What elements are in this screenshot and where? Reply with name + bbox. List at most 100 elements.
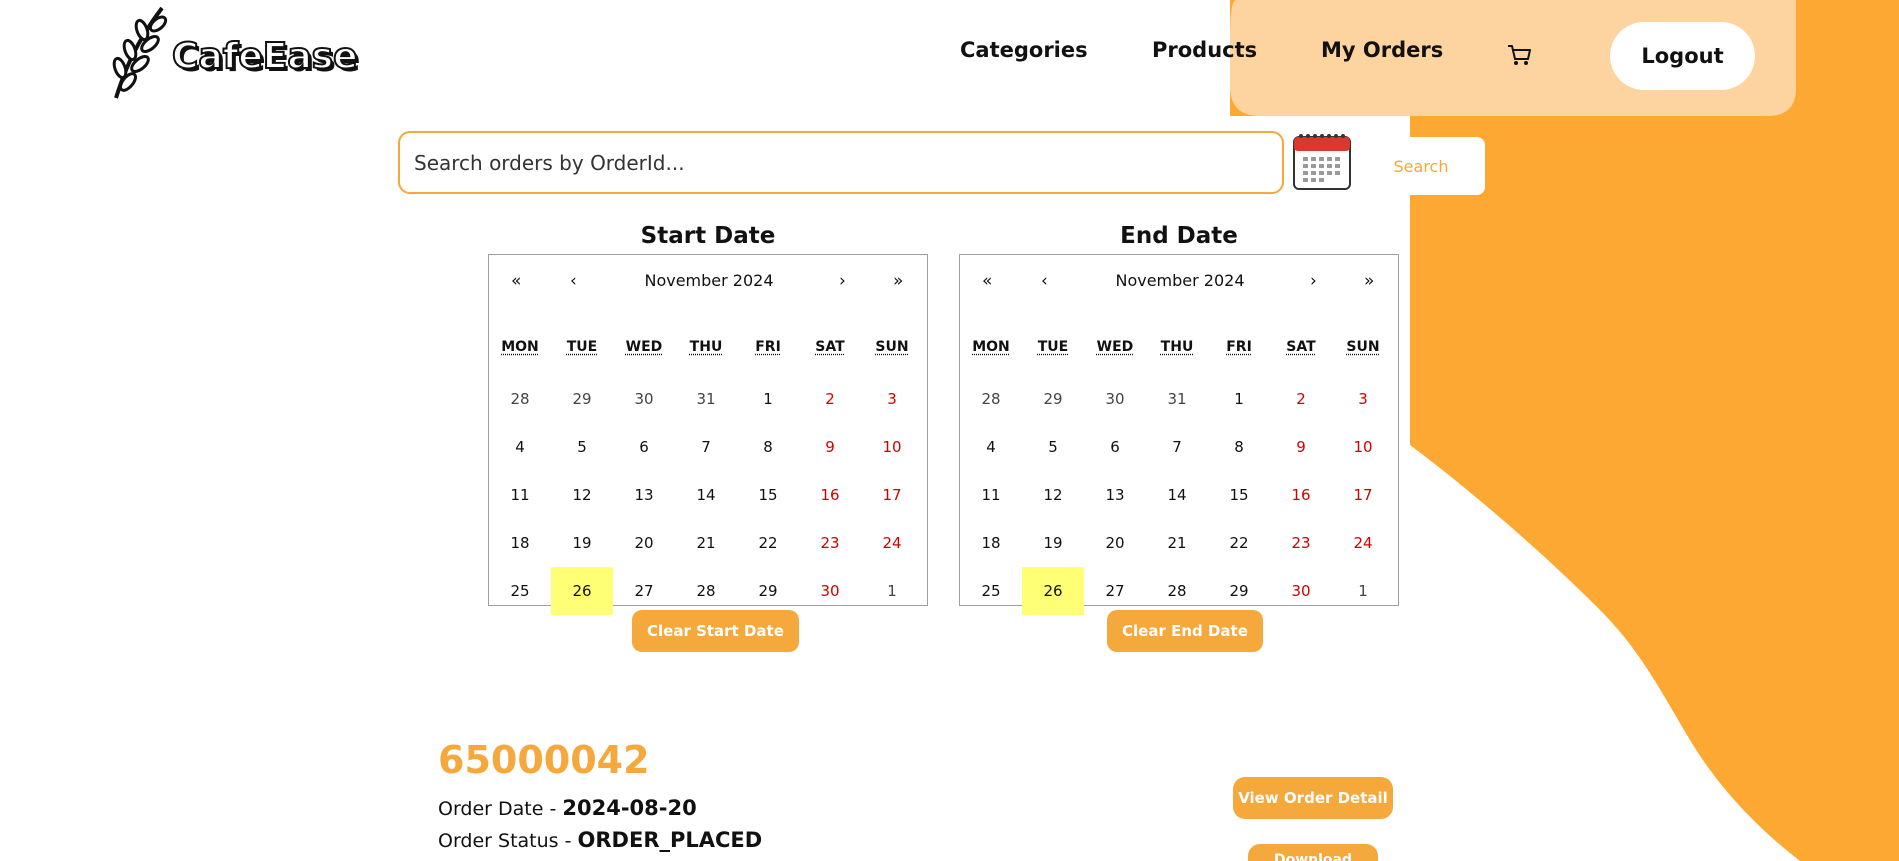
nav-my-orders[interactable]: My Orders bbox=[1321, 38, 1443, 62]
calendar-day[interactable]: 28 bbox=[675, 567, 737, 615]
calendar-day[interactable]: 1 bbox=[1332, 567, 1394, 615]
calendar-day[interactable]: 12 bbox=[551, 471, 613, 519]
calendar-day[interactable]: 27 bbox=[613, 567, 675, 615]
first-month-button[interactable]: « bbox=[511, 271, 521, 291]
calendar-day[interactable]: 29 bbox=[737, 567, 799, 615]
calendar-icon[interactable] bbox=[1291, 131, 1353, 191]
calendar-day[interactable]: 18 bbox=[489, 519, 551, 567]
calendar-day[interactable]: 30 bbox=[1084, 375, 1146, 423]
background-decoration bbox=[1230, 0, 1899, 861]
calendar-day[interactable]: 28 bbox=[960, 375, 1022, 423]
nav-categories[interactable]: Categories bbox=[960, 38, 1088, 62]
calendar-day[interactable]: 7 bbox=[675, 423, 737, 471]
calendar-day[interactable]: 22 bbox=[1208, 519, 1270, 567]
calendar-day[interactable]: 25 bbox=[960, 567, 1022, 615]
last-month-button[interactable]: » bbox=[893, 271, 903, 291]
calendar-day[interactable]: 11 bbox=[489, 471, 551, 519]
calendar-day[interactable]: 22 bbox=[737, 519, 799, 567]
calendar-day[interactable]: 19 bbox=[551, 519, 613, 567]
calendar-day[interactable]: 20 bbox=[613, 519, 675, 567]
calendar-day[interactable]: 24 bbox=[1332, 519, 1394, 567]
calendar-day[interactable]: 21 bbox=[675, 519, 737, 567]
calendar-day[interactable]: 30 bbox=[613, 375, 675, 423]
end-date-picker: End Date « ‹ November 2024 › » MON TUE WED… bbox=[959, 216, 1399, 615]
calendar-day[interactable]: 26 bbox=[1022, 567, 1084, 615]
calendar-day[interactable]: 17 bbox=[861, 471, 923, 519]
calendar-day[interactable]: 11 bbox=[960, 471, 1022, 519]
calendar-day[interactable]: 24 bbox=[861, 519, 923, 567]
calendar-day[interactable]: 5 bbox=[551, 423, 613, 471]
calendar-day[interactable]: 27 bbox=[1084, 567, 1146, 615]
calendar-day[interactable]: 6 bbox=[1084, 423, 1146, 471]
prev-month-button[interactable]: ‹ bbox=[1041, 271, 1048, 291]
calendar-day[interactable]: 4 bbox=[489, 423, 551, 471]
search-button[interactable]: Search bbox=[1357, 137, 1485, 195]
download-invoice-button[interactable]: Download Invoice bbox=[1248, 844, 1378, 861]
calendar-day[interactable]: 14 bbox=[675, 471, 737, 519]
calendar-day[interactable]: 13 bbox=[613, 471, 675, 519]
calendar-day[interactable]: 3 bbox=[861, 375, 923, 423]
calendar-day[interactable]: 15 bbox=[737, 471, 799, 519]
calendar-day[interactable]: 28 bbox=[489, 375, 551, 423]
logout-button[interactable]: Logout bbox=[1610, 22, 1755, 90]
calendar-day[interactable]: 19 bbox=[1022, 519, 1084, 567]
calendar-day[interactable]: 10 bbox=[861, 423, 923, 471]
calendar-day[interactable]: 1 bbox=[737, 375, 799, 423]
calendar-day[interactable]: 8 bbox=[1208, 423, 1270, 471]
view-order-detail-button[interactable]: View Order Detail bbox=[1233, 777, 1393, 819]
order-search-input[interactable] bbox=[398, 131, 1284, 194]
calendar-day[interactable]: 31 bbox=[675, 375, 737, 423]
calendar-day[interactable]: 30 bbox=[799, 567, 861, 615]
calendar-day[interactable]: 1 bbox=[1208, 375, 1270, 423]
calendar-day[interactable]: 23 bbox=[799, 519, 861, 567]
nav-products[interactable]: Products bbox=[1152, 38, 1257, 62]
calendar-day[interactable]: 6 bbox=[613, 423, 675, 471]
calendar-day[interactable]: 7 bbox=[1146, 423, 1208, 471]
calendar-day[interactable]: 3 bbox=[1332, 375, 1394, 423]
calendar-day[interactable]: 1 bbox=[861, 567, 923, 615]
calendar-day[interactable]: 4 bbox=[960, 423, 1022, 471]
calendar-day[interactable]: 17 bbox=[1332, 471, 1394, 519]
next-month-button[interactable]: › bbox=[839, 271, 846, 291]
calendar-day[interactable]: 13 bbox=[1084, 471, 1146, 519]
clear-end-date-button[interactable]: Clear End Date bbox=[1107, 610, 1263, 652]
calendar-day[interactable]: 28 bbox=[1146, 567, 1208, 615]
cart-icon[interactable] bbox=[1504, 40, 1534, 70]
end-date-title: End Date bbox=[1120, 223, 1238, 249]
calendar-day[interactable]: 25 bbox=[489, 567, 551, 615]
next-month-button[interactable]: › bbox=[1310, 271, 1317, 291]
calendar-day[interactable]: 10 bbox=[1332, 423, 1394, 471]
calendar-day[interactable]: 2 bbox=[799, 375, 861, 423]
calendar-day[interactable]: 16 bbox=[799, 471, 861, 519]
calendar-day[interactable]: 18 bbox=[960, 519, 1022, 567]
calendar-day[interactable]: 5 bbox=[1022, 423, 1084, 471]
clear-start-date-button[interactable]: Clear Start Date bbox=[632, 610, 799, 652]
calendar-day[interactable]: 26 bbox=[551, 567, 613, 615]
calendar-day[interactable]: 9 bbox=[1270, 423, 1332, 471]
last-month-button[interactable]: » bbox=[1364, 271, 1374, 291]
calendar-day[interactable]: 14 bbox=[1146, 471, 1208, 519]
calendar-day[interactable]: 29 bbox=[551, 375, 613, 423]
calendar-day[interactable]: 20 bbox=[1084, 519, 1146, 567]
calendar-day[interactable]: 31 bbox=[1146, 375, 1208, 423]
calendar-day[interactable]: 2 bbox=[1270, 375, 1332, 423]
calendar-day[interactable]: 30 bbox=[1270, 567, 1332, 615]
weekday-label: FRI bbox=[1226, 339, 1252, 355]
calendar-day[interactable]: 21 bbox=[1146, 519, 1208, 567]
weekday-label: SUN bbox=[875, 339, 909, 355]
calendar-navigation: « ‹ November 2024 › » bbox=[960, 255, 1398, 311]
calendar-day[interactable]: 29 bbox=[1022, 375, 1084, 423]
first-month-button[interactable]: « bbox=[982, 271, 992, 291]
calendar-day[interactable]: 29 bbox=[1208, 567, 1270, 615]
calendar-day[interactable]: 8 bbox=[737, 423, 799, 471]
brand-logo[interactable]: CafeEase bbox=[106, 2, 359, 102]
month-label[interactable]: November 2024 bbox=[644, 271, 773, 290]
calendar-day[interactable]: 16 bbox=[1270, 471, 1332, 519]
weekday-header: MON TUE WED THU FRI SAT SUN bbox=[960, 339, 1398, 361]
month-label[interactable]: November 2024 bbox=[1115, 271, 1244, 290]
calendar-day[interactable]: 12 bbox=[1022, 471, 1084, 519]
calendar-day[interactable]: 9 bbox=[799, 423, 861, 471]
calendar-day[interactable]: 15 bbox=[1208, 471, 1270, 519]
calendar-day[interactable]: 23 bbox=[1270, 519, 1332, 567]
prev-month-button[interactable]: ‹ bbox=[570, 271, 577, 291]
